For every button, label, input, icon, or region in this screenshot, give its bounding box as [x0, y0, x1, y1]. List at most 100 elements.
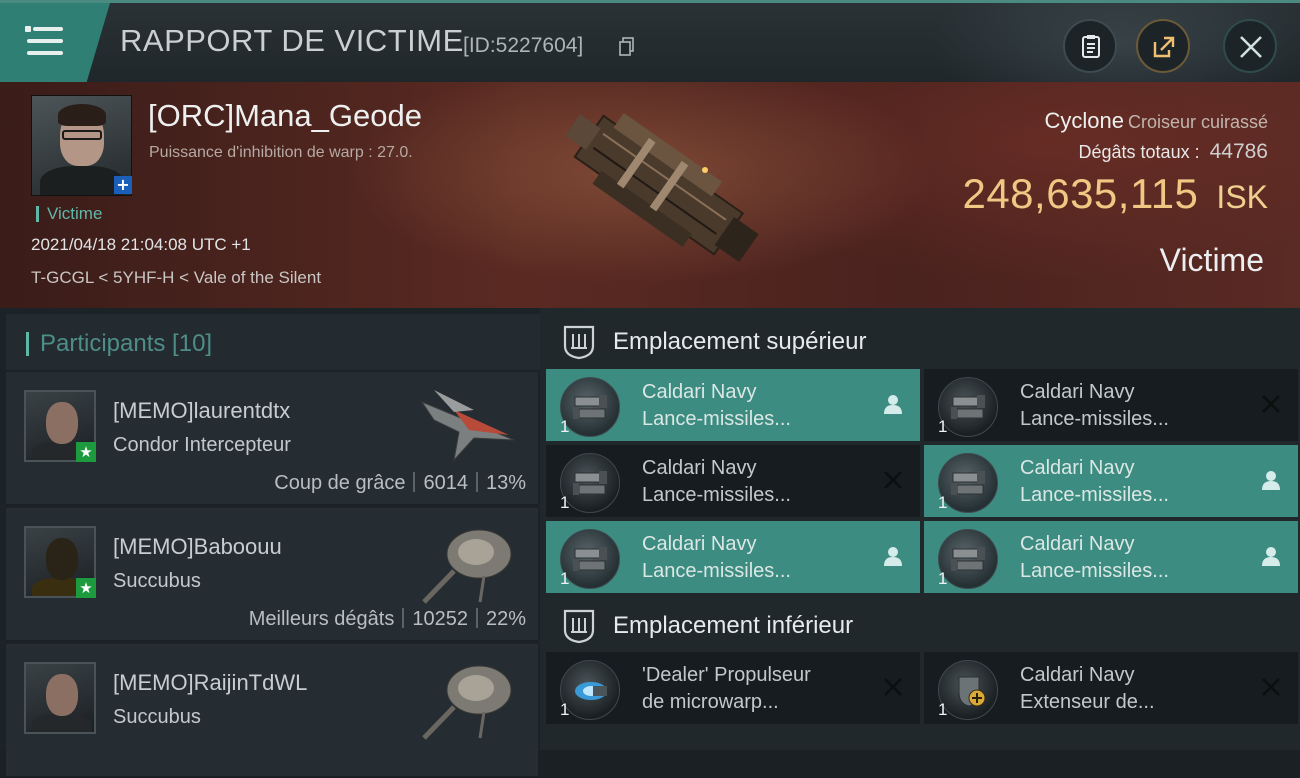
item-name-line2: Lance-missiles... — [1020, 484, 1169, 506]
item-name-line1: Caldari Navy — [642, 381, 757, 403]
clipboard-icon — [1082, 35, 1100, 58]
victim-summary: + [ORC]Mana_Geode Puissance d'inhibition… — [0, 82, 1300, 308]
warp-disruption-stat: Puissance d'inhibition de warp : 27.0. — [149, 144, 413, 161]
item-quantity: 1 — [560, 569, 570, 588]
participants-header: Participants [10] — [6, 314, 540, 370]
high-slot-item[interactable]: 1 Caldari Navy Lance-missiles... — [924, 369, 1298, 441]
low-slot-item[interactable]: 1 Caldari Navy Extenseur de... — [924, 652, 1298, 724]
kill-datetime: 2021/04/18 21:04:08 UTC +1 — [31, 235, 251, 254]
item-name-line2: Lance-missiles... — [642, 560, 791, 582]
copy-icon[interactable] — [619, 37, 635, 57]
item-name-line1: Caldari Navy — [642, 533, 757, 555]
item-quantity: 1 — [938, 493, 948, 512]
menu-icon-bar — [27, 39, 63, 43]
participant-row[interactable]: [MEMO]RaijinTdWL Succubus — [6, 644, 538, 778]
victim-name[interactable]: [ORC]Mana_Geode — [148, 98, 422, 134]
high-slot-header: Emplacement supérieur — [540, 310, 1300, 372]
participant-stats: Coup de grâce 6014 13% — [274, 472, 526, 495]
item-quantity: 1 — [938, 569, 948, 588]
participant-name[interactable]: [MEMO]RaijinTdWL — [113, 670, 307, 696]
damage-value: 10252 — [412, 608, 468, 630]
participant-ship: Succubus — [113, 570, 201, 592]
high-slot-icon — [563, 325, 595, 360]
high-slot-item[interactable]: 1 Caldari Navy Lance-missiles... — [924, 445, 1298, 517]
succubus-ship-icon — [422, 529, 512, 604]
fitting-panel: Emplacement supérieur 1 Caldari Navy Lance… — [540, 308, 1300, 750]
stat-label: Coup de grâce — [274, 472, 406, 494]
corp-star-icon: ★ — [76, 578, 96, 598]
condor-ship-icon — [420, 390, 515, 462]
close-button[interactable] — [1223, 19, 1277, 73]
high-slot-item[interactable]: 1 Caldari Navy Lance-missiles... — [546, 445, 920, 517]
victim-status-label: Victime — [1159, 242, 1264, 278]
destroyed-x-icon — [1262, 678, 1280, 696]
participant-ship: Condor Intercepteur — [113, 434, 291, 456]
item-quantity: 1 — [560, 417, 570, 436]
participant-ship: Succubus — [113, 706, 201, 728]
isk-amount: 248,635,115 — [962, 170, 1199, 217]
total-damage-value: 44786 — [1209, 140, 1268, 163]
item-name-line2: de microwarp... — [642, 691, 779, 713]
close-icon — [1240, 36, 1262, 58]
ship-class: Croiseur cuirassé — [1127, 112, 1268, 132]
item-name-line1: Caldari Navy — [642, 457, 757, 479]
menu-icon-bar — [33, 27, 63, 31]
menu-icon-bar — [27, 51, 63, 55]
menu-button[interactable] — [0, 3, 110, 82]
participant-name[interactable]: [MEMO]Baboouu — [113, 534, 282, 560]
header-accent — [26, 332, 29, 356]
clipboard-button[interactable] — [1063, 19, 1117, 73]
report-id: [ID:5227604] — [463, 34, 584, 57]
item-name-line2: Extenseur de... — [1020, 691, 1155, 713]
item-name-line1: Caldari Navy — [1020, 457, 1135, 479]
ship-name-line: Cyclone Croiseur cuirassé — [1044, 108, 1268, 134]
item-quantity: 1 — [938, 700, 948, 719]
menu-icon — [25, 26, 31, 32]
participants-title: Participants [10] — [40, 330, 213, 357]
share-button[interactable] — [1136, 19, 1190, 73]
pilot-icon — [884, 395, 902, 414]
participant-avatar[interactable] — [24, 662, 96, 734]
item-quantity: 1 — [938, 417, 948, 436]
participants-panel: Participants [10] ★ [MEMO]laurentdtx Con… — [0, 308, 540, 778]
item-name-line1: Caldari Navy — [1020, 533, 1135, 555]
item-name-line1: Caldari Navy — [1020, 664, 1135, 686]
participant-stats: Meilleurs dégâts 10252 22% — [249, 608, 526, 631]
destroyed-x-icon — [1262, 395, 1280, 413]
total-damage-label: Dégâts totaux : — [1078, 142, 1200, 162]
add-contact-icon[interactable]: + — [114, 176, 132, 194]
item-name-line1: Caldari Navy — [1020, 381, 1135, 403]
isk-unit: ISK — [1216, 179, 1268, 215]
high-slot-item[interactable]: 1 Caldari Navy Lance-missiles... — [546, 521, 920, 593]
succubus-ship-icon — [422, 665, 512, 740]
destroyed-x-icon — [884, 678, 902, 696]
damage-value: 6014 — [423, 472, 468, 494]
kill-location[interactable]: T-GCGL < 5YHF-H < Vale of the Silent — [31, 268, 321, 288]
participant-name[interactable]: [MEMO]laurentdtx — [113, 398, 290, 424]
low-slot-item[interactable]: 1 'Dealer' Propulseur de microwarp... — [546, 652, 920, 724]
high-slot-item[interactable]: 1 Caldari Navy Lance-missiles... — [546, 369, 920, 441]
low-slot-header: Emplacement inférieur — [540, 594, 1300, 656]
pilot-icon — [884, 547, 902, 566]
item-quantity: 1 — [560, 700, 570, 719]
ship-name[interactable]: Cyclone — [1044, 108, 1123, 133]
pilot-icon — [1262, 547, 1280, 566]
participant-row[interactable]: ★ [MEMO]Baboouu Succubus Meilleurs dégât… — [6, 508, 538, 642]
item-name-line2: Lance-missiles... — [1020, 560, 1169, 582]
corp-star-icon: ★ — [76, 442, 96, 462]
high-slot-title: Emplacement supérieur — [613, 328, 867, 355]
high-slot-item[interactable]: 1 Caldari Navy Lance-missiles... — [924, 521, 1298, 593]
item-name-line2: Lance-missiles... — [642, 484, 791, 506]
title-bar: RAPPORT DE VICTIME [ID:5227604] — [0, 0, 1300, 82]
destroyed-x-icon — [884, 471, 902, 489]
item-name-line2: Lance-missiles... — [1020, 408, 1169, 430]
stat-label: Meilleurs dégâts — [248, 608, 395, 630]
participant-row[interactable]: ★ [MEMO]laurentdtx Condor Intercepteur C… — [6, 372, 538, 506]
damage-percent: 13% — [485, 472, 526, 494]
share-icon — [1153, 36, 1175, 58]
damage-percent: 22% — [485, 608, 526, 630]
item-quantity: 1 — [560, 493, 570, 512]
isk-value: 248,635,115 ISK — [962, 170, 1268, 218]
victim-role-label: Victime — [36, 205, 102, 222]
item-name-line2: Lance-missiles... — [642, 408, 791, 430]
